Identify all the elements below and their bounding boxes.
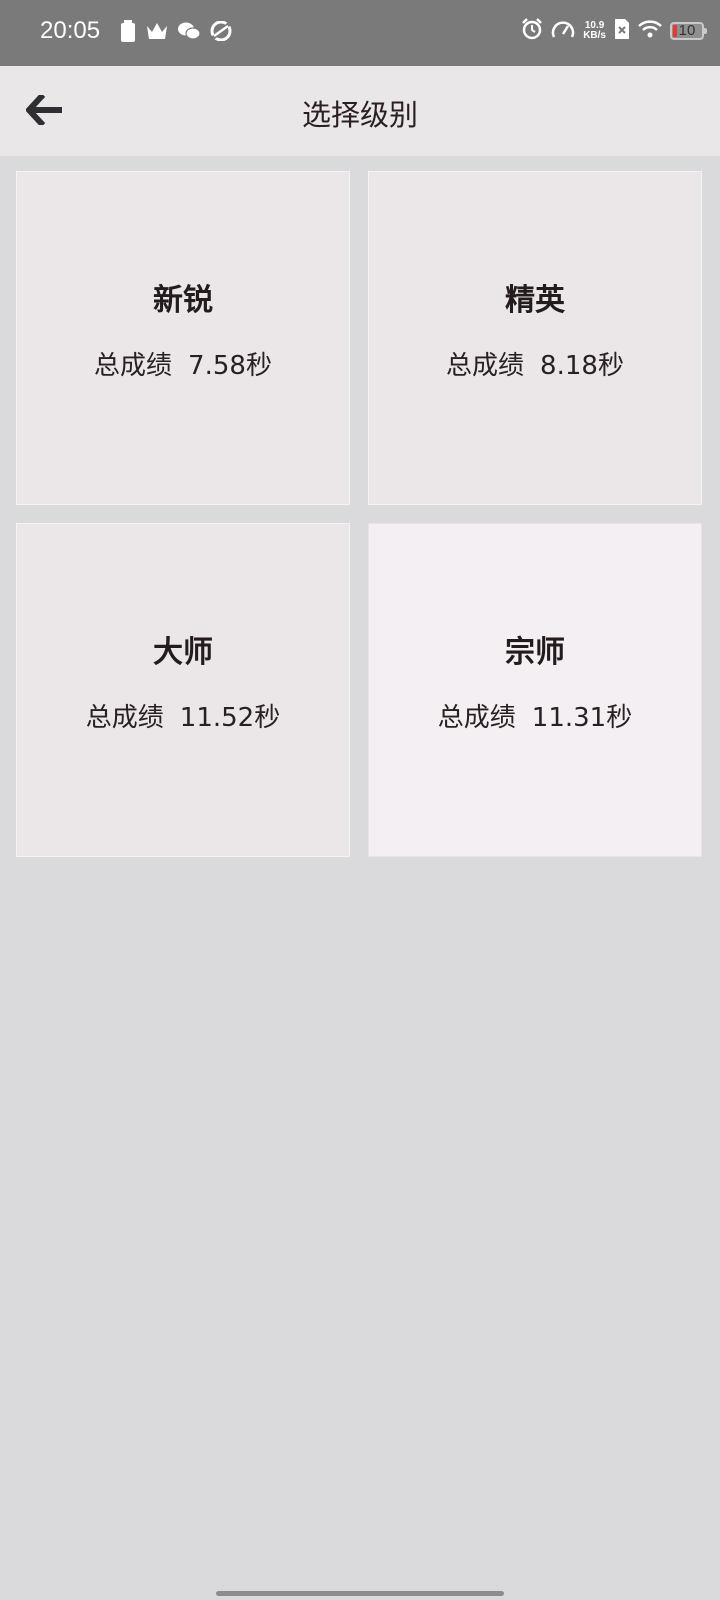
level-score: 总成绩 7.58秒 — [94, 345, 272, 382]
level-name: 精英 — [505, 282, 565, 318]
level-card-elite[interactable]: 精英 总成绩 8.18秒 — [368, 171, 702, 505]
level-score: 总成绩 11.52秒 — [86, 697, 280, 734]
level-card-master[interactable]: 大师 总成绩 11.52秒 — [16, 523, 350, 857]
system-icons: 10.9 KB/s 10 — [521, 18, 707, 44]
page-title: 选择级别 — [301, 98, 418, 132]
score-label: 总成绩 — [446, 350, 525, 381]
level-card-novice[interactable]: 新锐 总成绩 7.58秒 — [16, 171, 350, 505]
level-name: 大师 — [153, 634, 213, 670]
status-time: 20:05 — [40, 17, 101, 44]
app-bar: 选择级别 — [0, 66, 720, 156]
network-speed-unit: KB/s — [583, 30, 606, 41]
level-card-grandmaster[interactable]: 宗师 总成绩 11.31秒 — [368, 523, 702, 857]
home-indicator[interactable] — [216, 1591, 504, 1596]
no-sim-icon — [614, 18, 630, 44]
score-value: 11.52秒 — [179, 702, 281, 733]
level-score: 总成绩 8.18秒 — [446, 345, 624, 382]
sync-icon — [210, 20, 232, 45]
level-name: 宗师 — [505, 634, 565, 670]
status-bar: 20:05 10.9 KB/s 10 — [0, 0, 720, 66]
wifi-icon — [638, 20, 662, 42]
battery-level-text: 10 — [678, 22, 696, 39]
wechat-icon — [178, 22, 201, 44]
battery-icon: 10 — [670, 22, 707, 40]
battery-saver-icon — [120, 20, 136, 46]
score-value: 11.31秒 — [531, 702, 633, 733]
score-label: 总成绩 — [437, 702, 516, 733]
notification-icons — [120, 20, 232, 46]
score-value: 7.58秒 — [188, 350, 272, 381]
score-label: 总成绩 — [85, 702, 164, 733]
crown-icon — [146, 22, 168, 44]
battery-cap — [704, 28, 707, 34]
alarm-icon — [521, 18, 543, 44]
score-label: 总成绩 — [94, 350, 173, 381]
score-value: 8.18秒 — [540, 350, 624, 381]
network-speed: 10.9 KB/s — [583, 21, 606, 41]
speedometer-icon — [551, 18, 575, 44]
level-name: 新锐 — [153, 282, 213, 318]
level-score: 总成绩 11.31秒 — [438, 697, 632, 734]
